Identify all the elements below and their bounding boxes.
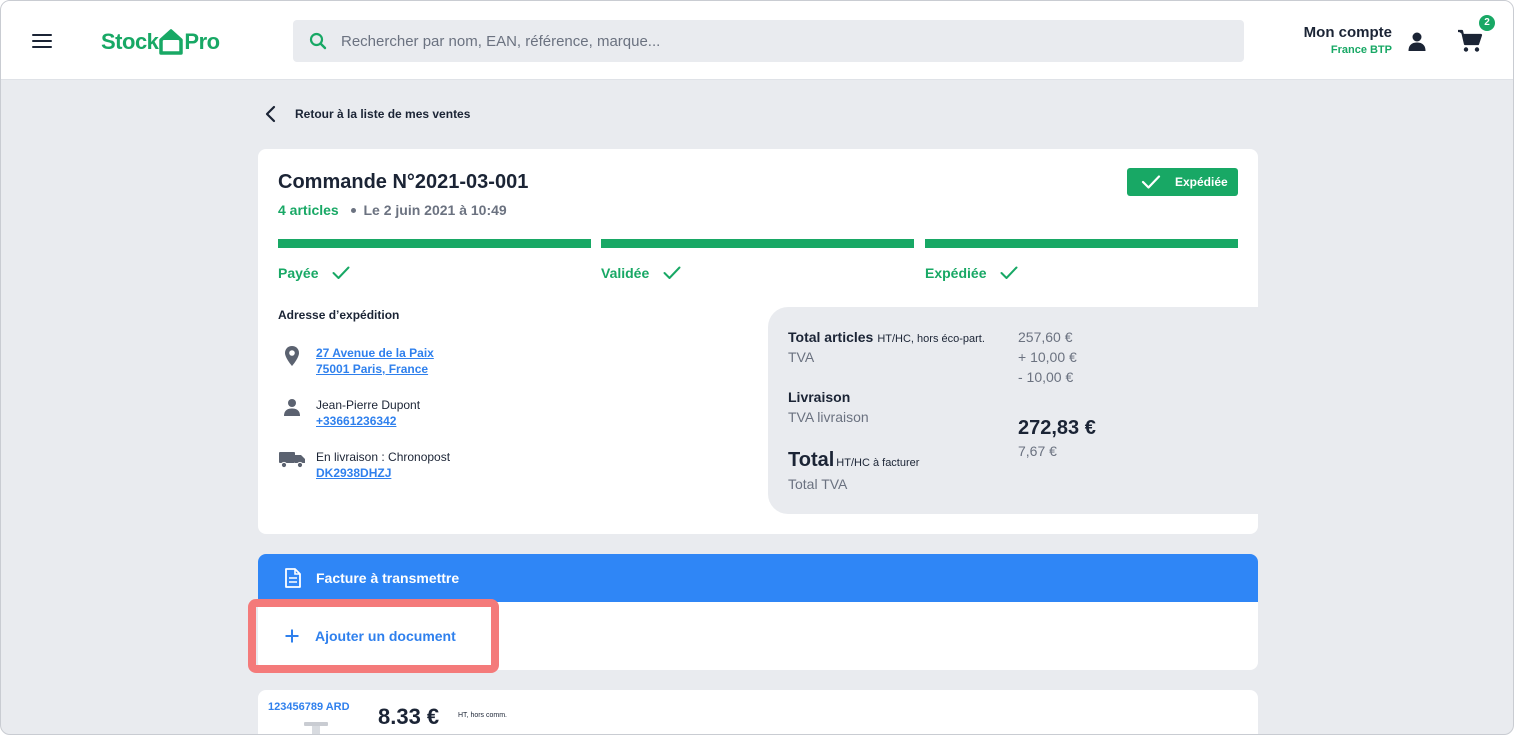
search-bar[interactable] (293, 20, 1244, 62)
step-bar (925, 239, 1238, 248)
tva-value: + 10,00 € (1018, 349, 1077, 365)
contact-name: Jean-Pierre Dupont (316, 398, 421, 412)
order-meta: 4 articles Le 2 juin 2021 à 10:49 (278, 202, 507, 218)
product-price: 8.33 € (378, 704, 440, 729)
check-icon (1141, 175, 1161, 189)
contact-row: Jean-Pierre Dupont +33661236342 (278, 397, 420, 429)
order-card: Commande N°2021-03-001 4 articles Le 2 j… (258, 149, 1258, 534)
stockpro-logo[interactable]: Stock Pro (101, 27, 220, 57)
separator-dot (350, 207, 356, 213)
search-icon (309, 32, 327, 50)
contact-phone-link[interactable]: +33661236342 (316, 413, 420, 429)
order-date: Le 2 juin 2021 à 10:49 (363, 202, 507, 218)
shipping-address-title: Adresse d’expédition (278, 308, 400, 322)
step-bar (601, 239, 914, 248)
step-bar (278, 239, 591, 248)
logo-text-right: Pro (184, 29, 220, 54)
total-articles-note: HT/HC, hors éco-part. (877, 333, 985, 345)
location-pin-icon (285, 346, 299, 366)
document-icon (285, 568, 301, 588)
grand-total-value: 272,83 € (1018, 417, 1096, 439)
delivery-carrier: En livraison : Chronopost (316, 450, 451, 464)
address-line-2-link[interactable]: 75001 Paris, France (316, 361, 434, 377)
step-paid: Payée (278, 239, 591, 281)
account-title: Mon compte (1303, 24, 1392, 41)
app-window: Stock Pro Mon compte France BTP (0, 0, 1514, 735)
delivery-value: - 10,00 € (1018, 369, 1074, 385)
check-icon (332, 266, 350, 279)
account-menu[interactable]: Mon compte France BTP (1304, 24, 1392, 56)
tracking-number-link[interactable]: DK2938DHZJ (316, 465, 450, 481)
tva-label: TVA (788, 349, 815, 365)
back-link-label: Retour à la liste de mes ventes (295, 107, 471, 121)
step-label: Validée (601, 265, 650, 281)
grand-total-row: Total HT/HC à facturer (788, 449, 919, 472)
address-line-1-link[interactable]: 27 Avenue de la Paix (316, 345, 434, 361)
delivery-row: En livraison : Chronopost DK2938DHZJ (278, 449, 450, 481)
totals-panel: Total articles HT/HC, hors éco-part. TVA … (768, 307, 1258, 514)
total-articles-label: Total articles (788, 329, 874, 345)
total-tva-label: Total TVA (788, 476, 848, 492)
user-icon[interactable] (1407, 31, 1427, 51)
total-articles-row: Total articles HT/HC, hors éco-part. (788, 329, 985, 345)
invoice-header: Facture à transmettre (258, 554, 1258, 602)
chevron-left-icon (265, 105, 276, 123)
address-row: 27 Avenue de la Paix 75001 Paris, France (278, 345, 434, 377)
grand-total-label: Total (788, 449, 835, 471)
status-label: Expédiée (1175, 175, 1228, 189)
step-label: Payée (278, 265, 319, 281)
delivery-truck-icon (279, 452, 305, 469)
total-tva-value: 7,67 € (1018, 443, 1057, 459)
check-icon (1000, 266, 1018, 279)
product-price-note: HT, hors comm. (458, 712, 508, 719)
status-badge: Expédiée (1127, 168, 1238, 196)
product-image (304, 722, 328, 734)
delivery-tva-label: TVA livraison (788, 409, 869, 425)
articles-value: 257,60 € (1018, 329, 1073, 345)
step-validated: Validée (601, 239, 914, 281)
hamburger-menu-icon[interactable] (32, 34, 52, 48)
step-shipped: Expédiée (925, 239, 1238, 281)
check-icon (663, 266, 681, 279)
delivery-label: Livraison (788, 389, 851, 405)
person-icon (284, 399, 300, 416)
step-label: Expédiée (925, 265, 987, 281)
top-navigation-bar: Stock Pro Mon compte France BTP (1, 1, 1513, 80)
invoice-header-label: Facture à transmettre (316, 570, 460, 586)
account-company: France BTP (1330, 44, 1392, 56)
house-logo-icon (159, 29, 184, 55)
product-card: 123456789 ARD 8.33 € HT, hors comm. (258, 690, 1258, 734)
grand-total-note: HT/HC à facturer (836, 457, 920, 469)
search-input[interactable] (341, 32, 1221, 50)
highlight-box (248, 599, 499, 673)
product-reference[interactable]: 123456789 ARD (268, 701, 350, 713)
cart-icon[interactable] (1457, 29, 1483, 53)
order-title: Commande N°2021-03-001 (278, 171, 529, 193)
article-count[interactable]: 4 articles (278, 202, 339, 218)
logo-text-left: Stock (101, 29, 159, 54)
cart-count-badge: 2 (1479, 15, 1495, 31)
back-to-sales-link[interactable]: Retour à la liste de mes ventes (263, 104, 470, 124)
